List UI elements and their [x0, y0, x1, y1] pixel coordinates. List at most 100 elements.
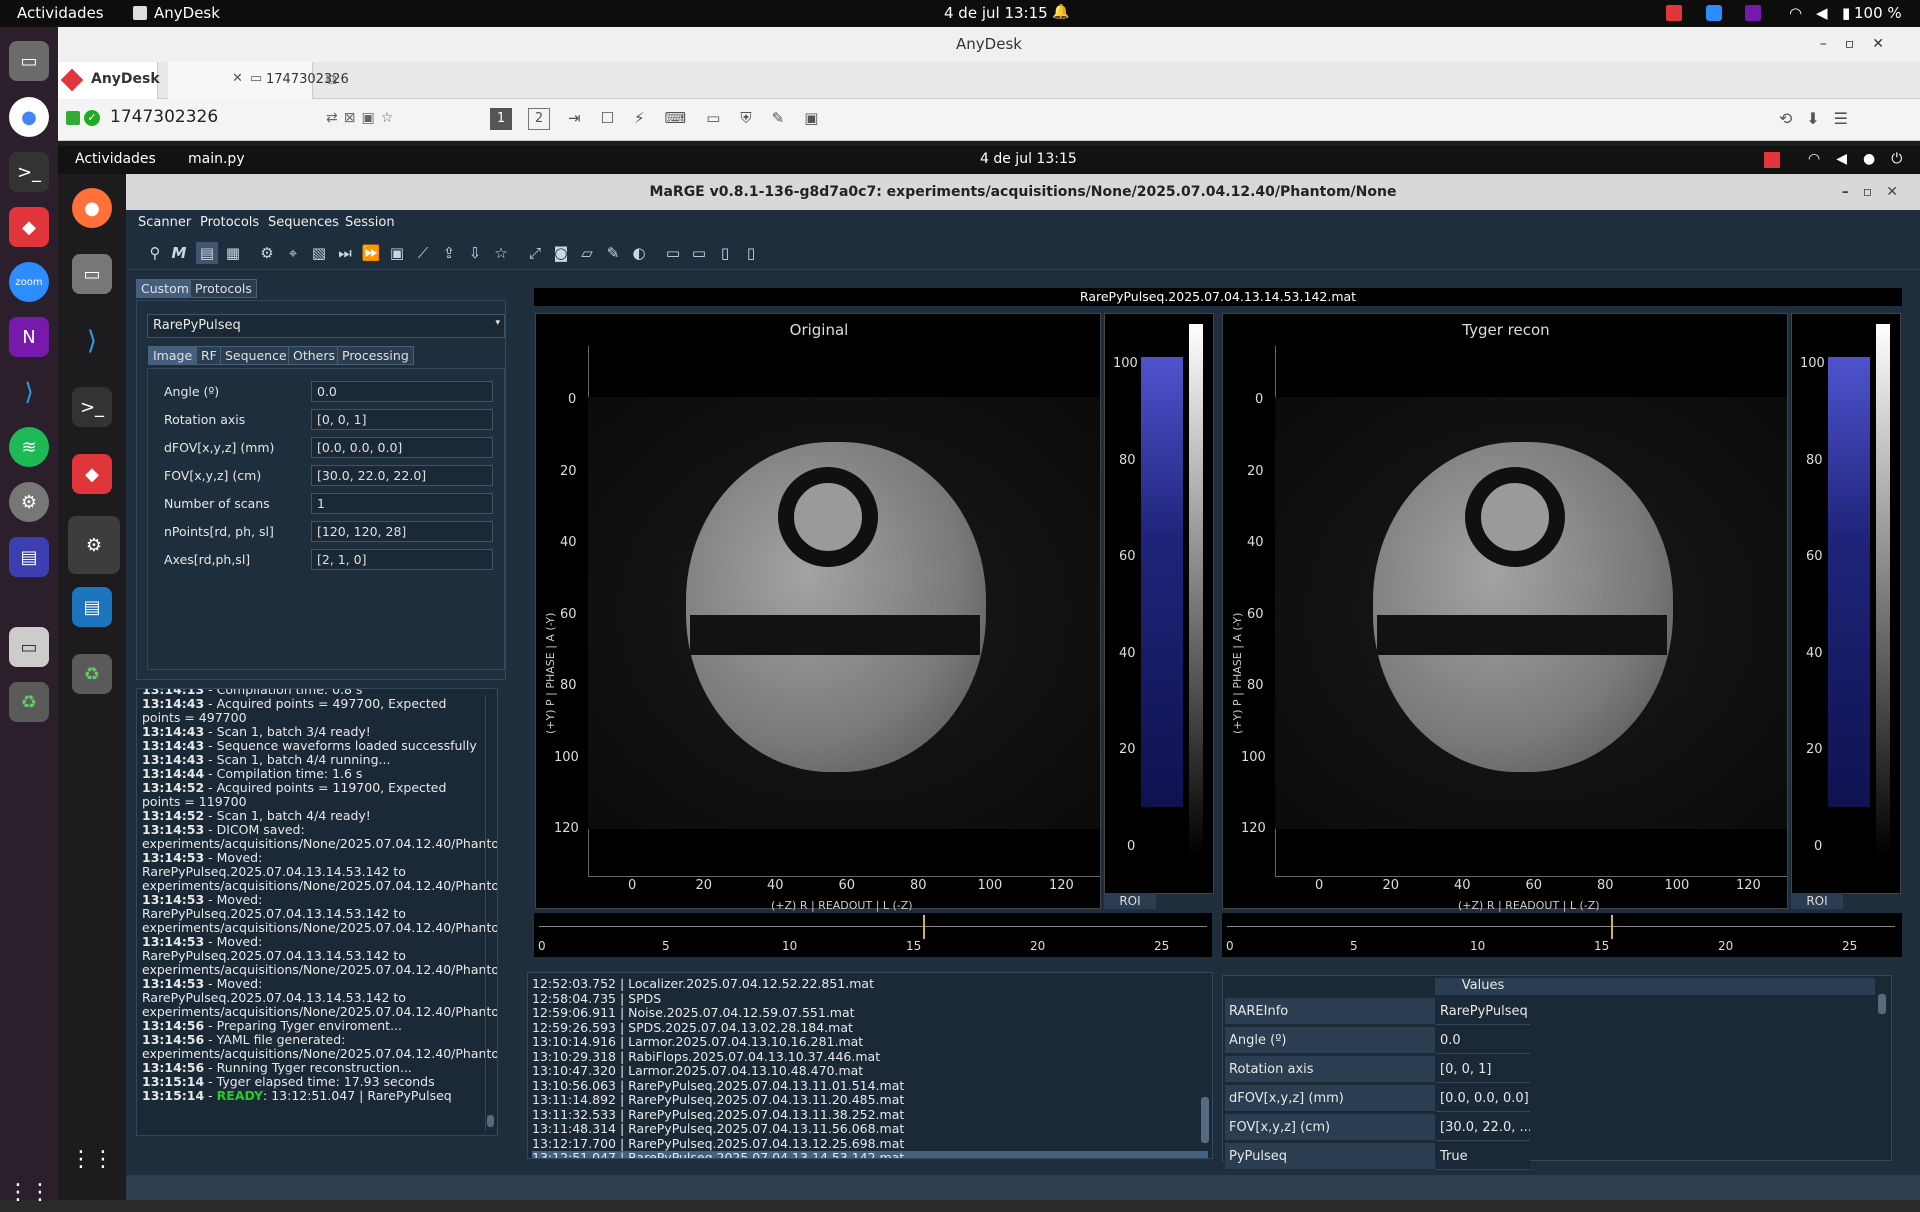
- terminal-icon[interactable]: >_: [9, 152, 49, 192]
- chrome-icon[interactable]: ●: [9, 97, 49, 137]
- log-console[interactable]: 13:14:13 - Compilation time: 0.8 s 13:14:…: [136, 688, 498, 1136]
- param-input-dfov[interactable]: [0.0, 0.0, 0.0]: [311, 437, 493, 458]
- spotify-icon[interactable]: ≋: [9, 427, 49, 467]
- remote-clock[interactable]: 4 de jul 13:15: [980, 151, 1077, 167]
- marcos-icon[interactable]: M: [168, 242, 190, 264]
- table-row[interactable]: PyPulseq True: [1223, 1143, 1823, 1170]
- gear-icon[interactable]: ⚙: [256, 242, 278, 264]
- history-list[interactable]: 12:52:03.752 | Localizer.2025.07.04.12.5…: [527, 972, 1213, 1159]
- param-input-npoints[interactable]: [120, 120, 28]: [311, 521, 493, 542]
- writer-icon[interactable]: ▤: [72, 587, 112, 627]
- slider-handle[interactable]: [923, 915, 925, 939]
- folder-settings-icon[interactable]: ▭: [688, 242, 710, 264]
- history-item[interactable]: 13:10:56.063 | RarePyPulseq.2025.07.04.1…: [532, 1078, 1208, 1094]
- history-item[interactable]: 13:10:47.320 | Larmor.2025.07.04.13.10.4…: [532, 1063, 1208, 1079]
- table-row[interactable]: RAREInfo RarePyPulseq: [1223, 998, 1823, 1025]
- anydesk-home-tab[interactable]: AnyDesk: [58, 62, 160, 99]
- session-tools[interactable]: ⇥☐⚡⌨▭⛨✎▣: [568, 109, 838, 127]
- history-item[interactable]: 13:10:14.916 | Larmor.2025.07.04.13.10.1…: [532, 1034, 1208, 1050]
- history-scrollbar[interactable]: [1200, 977, 1210, 1155]
- plot-icon[interactable]: ⟋: [412, 242, 434, 264]
- onenote-icon[interactable]: N: [9, 317, 49, 357]
- app-grid-icon[interactable]: ⋮⋮: [7, 1172, 51, 1212]
- clock[interactable]: 4 de jul 13:15: [944, 4, 1048, 22]
- files-icon[interactable]: ▭: [72, 254, 112, 294]
- tab-image[interactable]: Image: [148, 346, 198, 365]
- connection-actions[interactable]: ⇄⊠▣☆: [326, 110, 399, 126]
- search-icon[interactable]: ⚲: [144, 242, 166, 264]
- monitor-2-button[interactable]: 2: [528, 108, 550, 130]
- anydesk-icon[interactable]: ◆: [9, 207, 49, 247]
- tab-rf[interactable]: RF: [196, 346, 222, 365]
- param-input-number-of-scans[interactable]: 1: [311, 493, 493, 514]
- monitor-icon[interactable]: ▤: [9, 537, 49, 577]
- address-field[interactable]: 1747302326: [110, 107, 218, 127]
- drive-icon[interactable]: ▭: [9, 627, 49, 667]
- trash-icon[interactable]: ♻: [9, 682, 49, 722]
- values-table[interactable]: Values RAREInfo RarePyPulseq Angle (º) 0.0 R…: [1222, 975, 1892, 1170]
- location-icon[interactable]: ⌖: [282, 242, 304, 264]
- remote-anydesk-icon[interactable]: [1764, 152, 1780, 168]
- history-item[interactable]: 13:10:29.318 | RabiFlops.2025.07.04.13.1…: [532, 1049, 1208, 1065]
- remote-activities[interactable]: Actividades: [75, 151, 156, 167]
- star-icon[interactable]: ☆: [490, 242, 512, 264]
- param-input-axes[interactable]: [2, 1, 0]: [311, 549, 493, 570]
- wrench-icon[interactable]: ✎: [602, 242, 624, 264]
- history-item[interactable]: 12:52:03.752 | Localizer.2025.07.04.12.5…: [532, 976, 1208, 992]
- firefox-icon[interactable]: ●: [72, 188, 112, 228]
- trash-icon[interactable]: ♻: [72, 654, 112, 694]
- app-grid-icon[interactable]: ⋮⋮: [70, 1139, 114, 1179]
- tab-protocols[interactable]: Protocols: [190, 279, 257, 298]
- menu-session[interactable]: Session: [345, 215, 395, 230]
- table-row[interactable]: Angle (º) 0.0: [1223, 1027, 1823, 1054]
- recon-image-panel[interactable]: Tyger recon (+Y) P | PHASE | A (-Y) (+Z)…: [1222, 313, 1788, 912]
- param-input-angle[interactable]: 0.0: [311, 381, 493, 402]
- folder-open-icon[interactable]: ▱: [576, 242, 598, 264]
- original-colorbar[interactable]: 100 80 60 40 20 0: [1104, 313, 1214, 894]
- table-scroll-thumb[interactable]: [1878, 994, 1886, 1014]
- remote-tray[interactable]: ◠◀●⏻: [1808, 151, 1918, 167]
- activities-button[interactable]: Actividades: [17, 4, 104, 22]
- new-session-icon[interactable]: ⧉: [326, 70, 337, 88]
- terminal-icon[interactable]: >_: [72, 387, 112, 427]
- history-item[interactable]: 13:11:32.533 | RarePyPulseq.2025.07.04.1…: [532, 1107, 1208, 1123]
- zoom-tray-icon[interactable]: [1706, 5, 1722, 21]
- menu-scanner[interactable]: Scanner: [138, 215, 191, 230]
- upload-icon[interactable]: ⇪: [438, 242, 460, 264]
- param-input-rotation-axis[interactable]: [0, 0, 1]: [311, 409, 493, 430]
- files-icon[interactable]: ▭: [9, 41, 49, 81]
- calculator-icon[interactable]: ▦: [222, 242, 244, 264]
- volume-icon[interactable]: ◀: [1816, 4, 1828, 22]
- vscode-icon[interactable]: ⟩: [9, 372, 49, 412]
- vscode-icon[interactable]: ⟩: [72, 321, 112, 361]
- folder-add-icon[interactable]: ▭: [662, 242, 684, 264]
- tab-others[interactable]: Others: [288, 346, 341, 365]
- table-row[interactable]: dFOV[x,y,z] (mm) [0.0, 0.0, 0.0]: [1223, 1085, 1823, 1112]
- zoom-icon[interactable]: zoom: [9, 262, 49, 302]
- history-item[interactable]: 13:12:17.700 | RarePyPulseq.2025.07.04.1…: [532, 1136, 1208, 1152]
- file-remove-icon[interactable]: ▯: [740, 242, 762, 264]
- history-item[interactable]: 12:58:04.735 | SPDS: [532, 991, 1208, 1007]
- fullscreen-icon[interactable]: ⤢: [524, 242, 546, 264]
- roi-button-left[interactable]: ROI: [1104, 893, 1156, 909]
- slice-slider-left[interactable]: 0 5 10 15 20 25: [534, 913, 1212, 957]
- menu-protocols[interactable]: Protocols: [200, 215, 259, 230]
- play-icon[interactable]: ⏭: [334, 242, 356, 264]
- onenote-tray-icon[interactable]: [1745, 5, 1761, 21]
- contrast-icon[interactable]: ◐: [628, 242, 650, 264]
- session-tab[interactable]: ✕ ▭ 1747302326: [168, 62, 349, 99]
- fast-forward-icon[interactable]: ⏩: [360, 242, 382, 264]
- table-scrollbar[interactable]: [1877, 980, 1887, 1158]
- history-scroll-thumb[interactable]: [1201, 1097, 1209, 1143]
- clipboard-icon[interactable]: ▧: [308, 242, 330, 264]
- log-scroll-thumb[interactable]: [487, 1115, 494, 1127]
- original-image-panel[interactable]: Original (+Y) P | PHASE | A (-Y) (+Z) R …: [535, 313, 1101, 912]
- history-item[interactable]: 13:11:14.892 | RarePyPulseq.2025.07.04.1…: [532, 1092, 1208, 1108]
- settings-icon[interactable]: ⚙: [68, 516, 120, 574]
- param-input-fov[interactable]: [30.0, 22.0, 22.0]: [311, 465, 493, 486]
- history-item[interactable]: 12:59:26.593 | SPDS.2025.07.04.13.02.28.…: [532, 1020, 1208, 1036]
- battery-icon[interactable]: ▮: [1842, 4, 1850, 22]
- camera-icon[interactable]: ◙: [550, 242, 572, 264]
- table-row[interactable]: Rotation axis [0, 0, 1]: [1223, 1056, 1823, 1083]
- history-item[interactable]: 12:59:06.911 | Noise.2025.07.04.12.59.07…: [532, 1005, 1208, 1021]
